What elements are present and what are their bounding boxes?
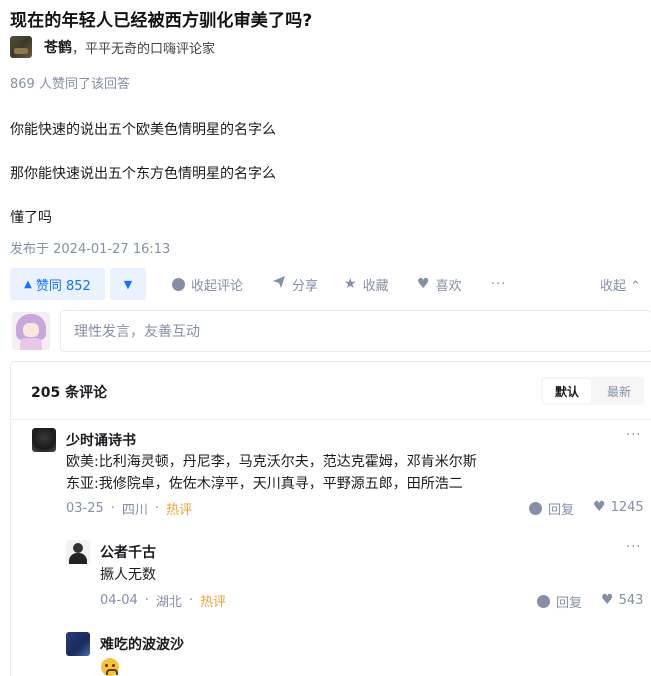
reply-label: 回复 bbox=[548, 503, 575, 518]
comment-text: 东亚:我修院卓，佐佐木淳平，天川真寻，平野源五郎，田所浩二 bbox=[66, 476, 463, 492]
like-count: 543 bbox=[618, 592, 644, 608]
heart-icon: ♥ bbox=[601, 592, 614, 608]
comment-date: 03-25 bbox=[66, 501, 104, 516]
question-title[interactable]: 现在的年轻人已经被西方驯化审美了吗? bbox=[10, 6, 312, 31]
avatar[interactable] bbox=[66, 632, 90, 656]
upvote-label: 赞同 852 bbox=[35, 278, 91, 294]
toggle-comments-label: 收起评论 bbox=[191, 278, 244, 294]
comment-bubble-icon bbox=[529, 502, 542, 515]
comment-text: 撅人无数 bbox=[100, 567, 156, 583]
hot-comment-badge: 热评 bbox=[200, 595, 227, 610]
comments-panel: 205 条评论 默认 最新 少时诵诗书 ··· 欧美:比利海灵顿，丹尼李，马克沃… bbox=[10, 361, 651, 676]
comment-author[interactable]: 少时诵诗书 bbox=[66, 430, 136, 450]
comment-author[interactable]: 公者千古 bbox=[100, 542, 156, 562]
comment-location: 四川 bbox=[121, 503, 148, 518]
upvote-button[interactable]: ▲ 赞同 852 bbox=[10, 268, 105, 300]
comment-input-placeholder: 理性发言，友善互动 bbox=[74, 324, 200, 340]
like-label: 喜欢 bbox=[435, 278, 462, 294]
heart-icon: ♥ bbox=[593, 499, 606, 515]
comments-count: 205 条评论 bbox=[31, 385, 108, 401]
comment-like-button[interactable]: ♥ 543 bbox=[601, 592, 643, 608]
avatar[interactable] bbox=[66, 540, 90, 564]
comment-meta: 03-25 · 四川 · 热评 bbox=[66, 501, 193, 518]
ellipsis-icon[interactable]: ··· bbox=[626, 540, 641, 555]
reply-button[interactable]: 回复 bbox=[529, 499, 574, 518]
comment-location: 湖北 bbox=[155, 595, 182, 610]
star-icon: ★ bbox=[344, 276, 357, 292]
divider bbox=[11, 419, 651, 420]
triangle-up-icon: ▲ bbox=[24, 278, 32, 290]
vote-summary[interactable]: 869 人赞同了该回答 bbox=[10, 73, 130, 92]
ellipsis-icon[interactable]: ··· bbox=[626, 428, 641, 443]
comment-date: 04-04 bbox=[100, 593, 138, 608]
current-user-avatar[interactable] bbox=[12, 312, 50, 350]
comment-input[interactable]: 理性发言，友善互动 bbox=[60, 310, 651, 352]
comment-bubble-icon bbox=[537, 595, 550, 608]
answer-paragraph: 那你能快速说出五个东方色情明星的名字么 bbox=[10, 166, 276, 182]
publish-time[interactable]: 发布于 2024-01-27 16:13 bbox=[10, 238, 170, 257]
comment-author[interactable]: 难吃的波波沙 bbox=[100, 634, 184, 654]
sort-toggle: 默认 最新 bbox=[541, 377, 644, 405]
comment-input-row: 理性发言，友善互动 bbox=[10, 310, 651, 352]
hot-comment-badge: 热评 bbox=[166, 503, 193, 518]
triangle-down-icon: ▼ bbox=[123, 277, 133, 291]
sort-default-button[interactable]: 默认 bbox=[543, 379, 591, 403]
author-name[interactable]: 苍鹤 bbox=[44, 37, 72, 57]
fold-button[interactable]: 收起 ⌃ bbox=[600, 268, 641, 300]
comment-bubble-icon bbox=[172, 277, 185, 291]
tired-face-emoji-icon bbox=[101, 658, 119, 676]
fold-label: 收起 ⌃ bbox=[599, 278, 641, 294]
comment-meta: 04-04 · 湖北 · 热评 bbox=[100, 593, 227, 610]
ellipsis-icon: ··· bbox=[491, 276, 507, 292]
favorite-button[interactable]: ★ 收藏 bbox=[344, 268, 389, 300]
like-count: 1245 bbox=[610, 499, 644, 515]
like-button[interactable]: ♥ 喜欢 bbox=[417, 268, 462, 300]
paper-plane-icon bbox=[272, 275, 286, 293]
heart-icon: ♥ bbox=[417, 276, 430, 292]
favorite-label: 收藏 bbox=[362, 278, 389, 294]
more-button[interactable]: ··· bbox=[491, 268, 506, 300]
author-row: 苍鹤 ，平平无奇的口嗨评论家 bbox=[10, 36, 215, 58]
action-bar: ▲ 赞同 852 ▼ 收起评论 分享 ★ 收藏 ♥ 喜欢 ··· 收起 ⌃ bbox=[10, 268, 651, 300]
answer-paragraph: 你能快速的说出五个欧美色情明星的名字么 bbox=[10, 122, 276, 138]
share-button[interactable]: 分享 bbox=[272, 268, 318, 300]
reply-button[interactable]: 回复 bbox=[537, 592, 582, 611]
author-avatar[interactable] bbox=[10, 36, 32, 58]
reply-label: 回复 bbox=[556, 596, 583, 611]
answer-paragraph: 懂了吗 bbox=[10, 210, 52, 226]
comment-text: 欧美:比利海灵顿，丹尼李，马克沃尔夫，范达克霍姆，邓肯米尔斯 bbox=[66, 454, 477, 470]
author-bio: ，平平无奇的口嗨评论家 bbox=[72, 41, 216, 57]
comment-like-button[interactable]: ♥ 1245 bbox=[593, 499, 644, 515]
downvote-button[interactable]: ▼ bbox=[110, 268, 146, 300]
sort-latest-button[interactable]: 最新 bbox=[595, 379, 643, 403]
share-label: 分享 bbox=[292, 278, 319, 294]
toggle-comments-button[interactable]: 收起评论 bbox=[172, 268, 243, 300]
avatar[interactable] bbox=[32, 428, 56, 452]
